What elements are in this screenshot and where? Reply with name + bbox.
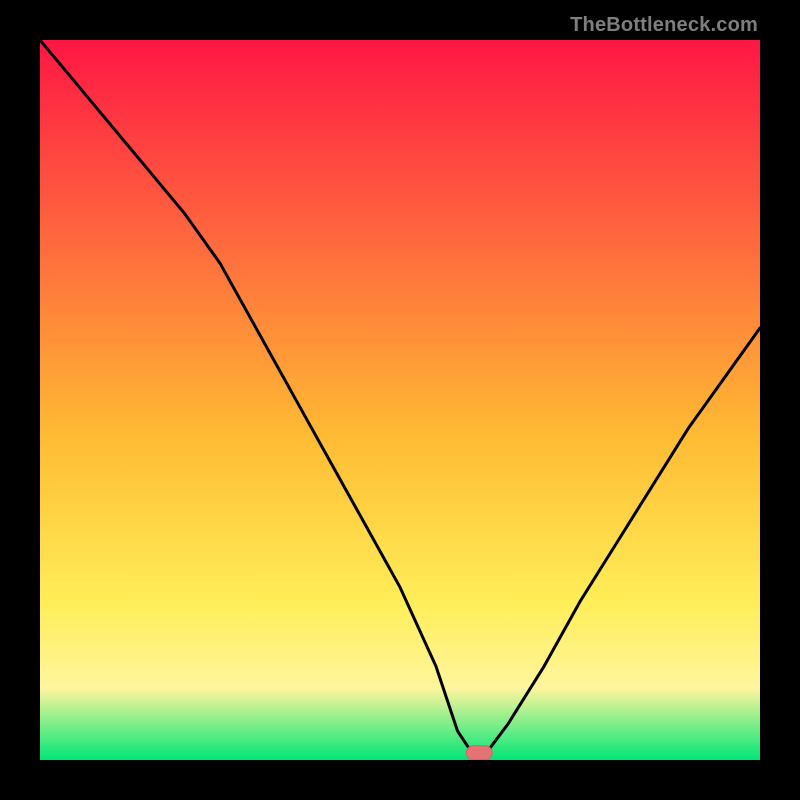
gradient-background [40,40,760,760]
plot-area [40,40,760,760]
bottleneck-chart: TheBottleneck.com [0,0,800,800]
attribution-label: TheBottleneck.com [570,14,758,37]
optimal-marker [466,746,492,760]
